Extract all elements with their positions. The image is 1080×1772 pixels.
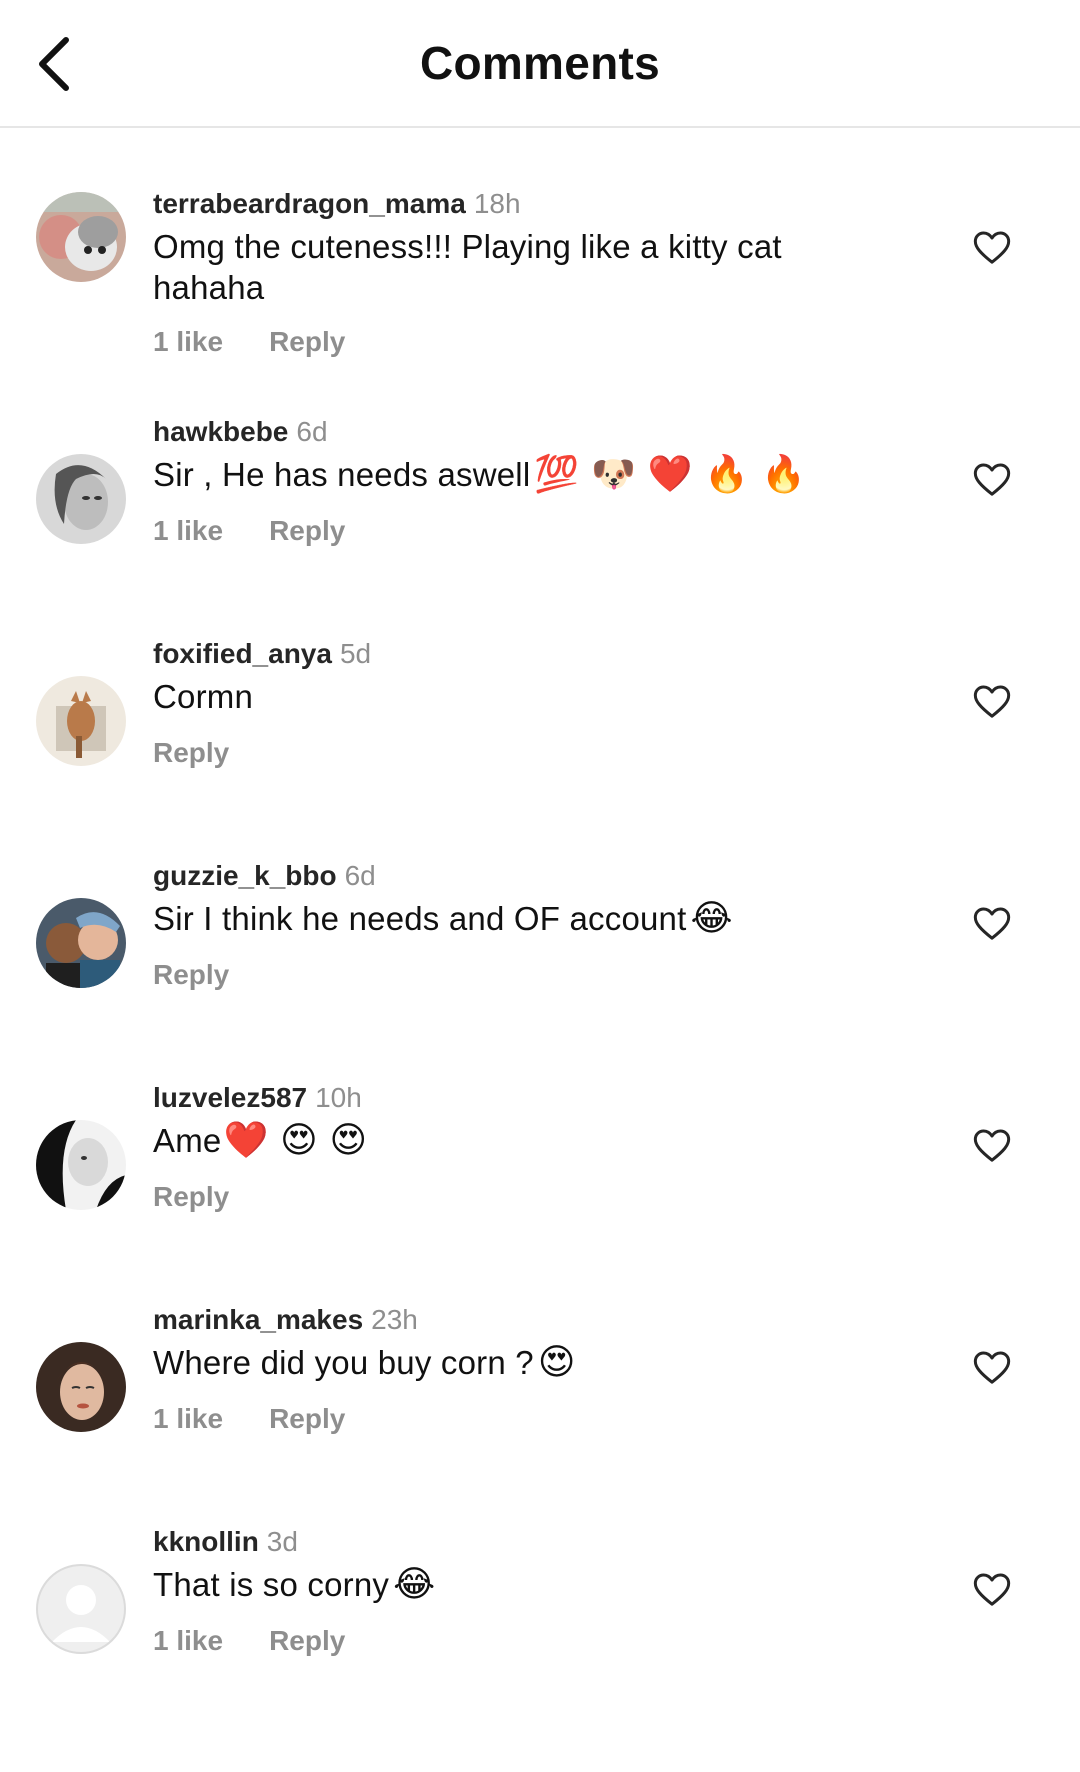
reply-button[interactable]: Reply <box>153 737 229 768</box>
comment-text-content: Where did you buy corn ? <box>153 1344 534 1381</box>
reply-button[interactable]: Reply <box>153 959 229 990</box>
timestamp: 23h <box>371 1304 418 1335</box>
reply-button[interactable]: Reply <box>269 326 345 357</box>
timestamp: 6d <box>344 860 376 891</box>
comment-text: Where did you buy corn ? 😍 <box>153 1342 873 1383</box>
timestamp: 3d <box>266 1526 298 1557</box>
comment-text-content: Omg the cuteness!!! Playing like a kitty… <box>153 228 782 306</box>
comment-text: Omg the cuteness!!! Playing like a kitty… <box>153 226 873 308</box>
heart-outline-icon[interactable] <box>972 904 1012 944</box>
avatar[interactable] <box>36 192 126 282</box>
avatar[interactable] <box>36 454 126 544</box>
avatar[interactable] <box>36 1120 126 1210</box>
username[interactable]: foxified_anya <box>153 638 332 669</box>
emoji: 😂 <box>690 898 733 939</box>
avatar[interactable] <box>36 1342 126 1432</box>
timestamp: 18h <box>473 188 521 219</box>
heart-outline-icon[interactable] <box>972 228 1012 268</box>
default-avatar-icon[interactable] <box>36 1564 126 1654</box>
timestamp: 5d <box>339 638 372 669</box>
reply-button[interactable]: Reply <box>269 515 345 546</box>
comment-text: Sir , He has needs aswell 💯 🐶 ❤️ 🔥 🔥 <box>153 454 873 495</box>
timestamp: 6d <box>296 416 328 447</box>
comment-text-content: Sir , He has needs aswell <box>153 456 531 493</box>
reply-button[interactable]: Reply <box>153 1181 229 1212</box>
emoji: ❤️ 😍 😍 <box>223 1120 368 1161</box>
heart-outline-icon[interactable] <box>972 1570 1012 1610</box>
username[interactable]: kknollin <box>153 1526 259 1557</box>
emoji: 😍 <box>537 1342 576 1383</box>
username[interactable]: marinka_makes <box>153 1304 363 1335</box>
comment-text-content: That is so corny <box>153 1566 390 1603</box>
comment-text-content: Cormn <box>153 678 254 715</box>
username[interactable]: terrabeardragon_mama <box>153 188 466 219</box>
reply-button[interactable]: Reply <box>269 1403 345 1434</box>
emoji: 😂 <box>393 1564 436 1605</box>
comment-text: That is so corny 😂 <box>153 1564 873 1605</box>
username[interactable]: luzvelez587 <box>153 1082 307 1113</box>
timestamp: 10h <box>315 1082 362 1113</box>
reply-button[interactable]: Reply <box>269 1625 345 1656</box>
like-count[interactable]: 1 like <box>153 1403 223 1434</box>
comment-text: Ame❤️ 😍 😍 <box>153 1120 873 1161</box>
comment-text-content: Sir I think he needs and OF account <box>153 900 687 937</box>
emoji: 💯 🐶 ❤️ 🔥 🔥 <box>534 454 807 495</box>
like-count[interactable]: 1 like <box>153 1625 223 1656</box>
like-count[interactable]: 1 like <box>153 515 223 546</box>
comment-text-content: Ame <box>153 1122 222 1159</box>
avatar[interactable] <box>36 898 126 988</box>
top-bar: Comments <box>0 0 1080 128</box>
comment-text: Sir I think he needs and OF account 😂 <box>153 898 873 939</box>
comment-text: Cormn <box>153 676 873 717</box>
heart-outline-icon[interactable] <box>972 1126 1012 1166</box>
username[interactable]: guzzie_k_bbo <box>153 860 337 891</box>
page-title: Comments <box>419 37 661 89</box>
like-count[interactable]: 1 like <box>153 326 223 357</box>
heart-outline-icon[interactable] <box>972 460 1012 500</box>
heart-outline-icon[interactable] <box>972 682 1012 722</box>
heart-outline-icon[interactable] <box>972 1348 1012 1388</box>
avatar[interactable] <box>36 676 126 766</box>
username[interactable]: hawkbebe <box>153 416 288 447</box>
